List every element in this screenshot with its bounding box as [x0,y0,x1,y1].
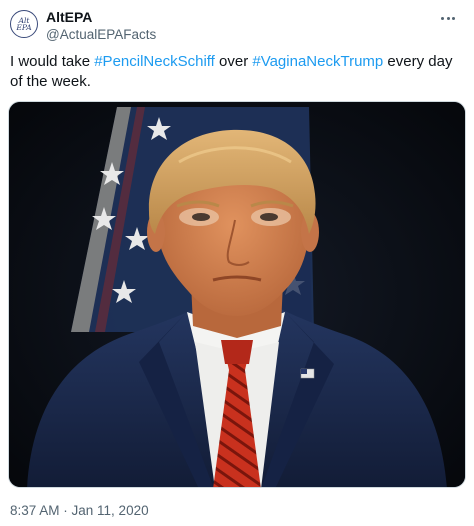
hashtag-link[interactable]: #VaginaNeckTrump [252,53,383,70]
tweet-header: Alt EPA AltEPA @ActualEPAFacts [10,8,464,44]
author-names: AltEPA @ActualEPAFacts [46,8,156,44]
tweet-card: Alt EPA AltEPA @ActualEPAFacts I would t… [0,0,474,526]
tweet-timestamp[interactable]: 8:37 AM · Jan 11, 2020 [10,502,149,520]
more-dot [441,16,444,20]
avatar[interactable]: Alt EPA [10,10,38,38]
tweet-photo[interactable] [8,101,466,488]
tweet-text: I would take #PencilNeckSchiff over #Vag… [10,52,466,92]
author-handle[interactable]: @ActualEPAFacts [46,26,156,44]
tweet-text-part: over [214,53,253,70]
author-display-name[interactable]: AltEPA [46,8,156,26]
more-dot [452,16,455,20]
more-options-icon[interactable] [436,8,460,28]
more-dot [446,16,450,20]
tweet-text-part: I would take [10,53,95,70]
hashtag-link[interactable]: #PencilNeckSchiff [94,53,215,70]
avatar-logo-line2: EPA [16,23,32,32]
avatar-logo: Alt EPA [16,17,32,32]
photo-illustration [9,102,465,487]
